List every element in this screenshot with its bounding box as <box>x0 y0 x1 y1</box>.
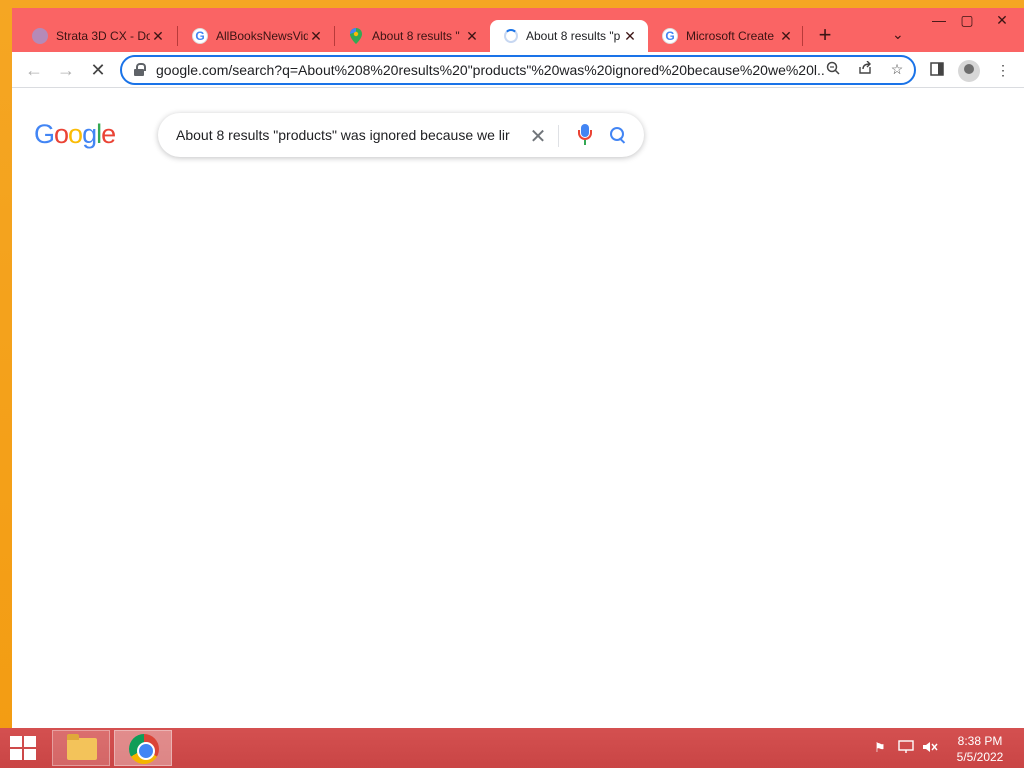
tab-search-chevron-icon[interactable]: ⌄ <box>892 26 904 43</box>
search-box[interactable]: ✕ <box>158 113 644 157</box>
clock-date: 5/5/2022 <box>956 750 1004 764</box>
tab-allbooks[interactable]: G AllBooksNewsVid ✕ <box>178 20 334 52</box>
action-center-flag-icon[interactable]: ⚑ <box>874 740 886 756</box>
chrome-icon <box>129 734 159 764</box>
stop-loading-icon[interactable]: ✕ <box>86 60 110 80</box>
search-input[interactable] <box>176 127 520 143</box>
share-icon[interactable] <box>854 60 876 78</box>
microphone-icon[interactable] <box>578 124 592 146</box>
file-explorer-taskbar-button[interactable] <box>52 730 110 766</box>
google-g-icon: G <box>192 28 208 44</box>
bookmark-star-icon[interactable]: ☆ <box>886 61 908 78</box>
loading-spinner-icon <box>504 29 518 43</box>
more-menu-icon[interactable]: ⋮ <box>992 62 1014 79</box>
logo-letter: o <box>54 119 69 149</box>
tab-strata[interactable]: Strata 3D CX - Do ✕ <box>18 20 176 52</box>
tab-about-results-active[interactable]: About 8 results "p ✕ <box>490 20 648 52</box>
zoom-icon[interactable] <box>822 61 844 78</box>
forward-arrow-icon[interactable]: → <box>54 60 78 80</box>
logo-letter: o <box>68 119 83 149</box>
tab-close-icon[interactable]: ✕ <box>622 28 638 45</box>
google-logo[interactable]: Google <box>34 119 116 150</box>
new-tab-button[interactable]: + <box>813 24 837 48</box>
back-arrow-icon[interactable]: ← <box>22 60 46 80</box>
strata-icon <box>32 28 48 44</box>
tab-strip: Strata 3D CX - Do ✕ G AllBooksNewsVid ✕ … <box>12 8 1024 52</box>
speaker-muted-icon[interactable] <box>922 740 938 757</box>
tab-title: About 8 results "p <box>526 29 621 43</box>
side-panel-icon[interactable] <box>926 62 948 79</box>
address-bar[interactable]: google.com/search?q=About%208%20results%… <box>120 55 916 85</box>
windows-start-icon[interactable] <box>10 736 38 760</box>
maximize-button[interactable]: ▢ <box>952 12 982 29</box>
logo-letter: G <box>34 119 55 149</box>
page-content: Google ✕ <box>12 89 1024 728</box>
network-icon[interactable] <box>898 740 914 757</box>
search-icon[interactable] <box>608 125 628 145</box>
tab-separator <box>802 26 803 46</box>
clock-time: 8:38 PM <box>957 734 1003 748</box>
minimize-button[interactable]: — <box>924 12 954 28</box>
browser-window: Strata 3D CX - Do ✕ G AllBooksNewsVid ✕ … <box>12 8 1024 728</box>
search-divider <box>558 125 559 147</box>
tab-title: About 8 results " <box>372 29 460 43</box>
browser-toolbar: ← → ✕ google.com/search?q=About%208%20re… <box>12 52 1024 88</box>
taskbar: ⚑ 8:38 PM 5/5/2022 <box>0 728 1024 768</box>
system-clock[interactable]: 8:38 PM 5/5/2022 <box>948 733 1012 765</box>
tab-about-results-1[interactable]: About 8 results " ✕ <box>334 20 490 52</box>
logo-letter: e <box>101 119 116 149</box>
profile-avatar[interactable] <box>958 60 980 82</box>
clear-search-icon[interactable]: ✕ <box>528 124 548 149</box>
tab-title: AllBooksNewsVid <box>216 29 308 43</box>
chrome-taskbar-button[interactable] <box>114 730 172 766</box>
folder-icon <box>67 734 97 760</box>
tab-close-icon[interactable]: ✕ <box>464 28 480 45</box>
tab-close-icon[interactable]: ✕ <box>778 28 794 45</box>
tab-close-icon[interactable]: ✕ <box>308 28 324 45</box>
logo-letter: g <box>82 119 97 149</box>
close-window-button[interactable]: ✕ <box>984 12 1020 29</box>
tab-title: Strata 3D CX - Do <box>56 29 150 43</box>
tab-close-icon[interactable]: ✕ <box>150 28 166 45</box>
tab-microsoft-create[interactable]: G Microsoft Create ✕ <box>648 20 804 52</box>
url-text[interactable]: google.com/search?q=About%208%20results%… <box>156 62 826 78</box>
google-g-icon: G <box>662 28 678 44</box>
maps-icon <box>348 28 364 44</box>
tab-title: Microsoft Create <box>686 29 775 43</box>
lock-icon[interactable] <box>134 63 146 77</box>
